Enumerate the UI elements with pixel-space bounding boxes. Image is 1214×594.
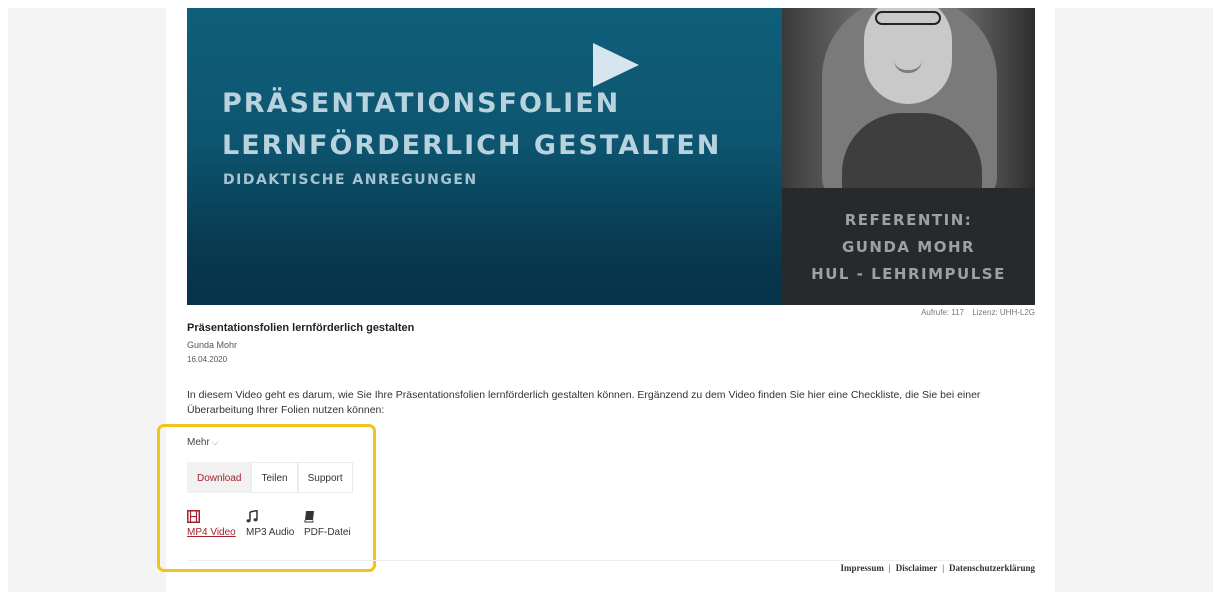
footer-divider [187,560,1035,561]
views-count: Aufrufe: 117 [921,308,965,317]
video-meta: Aufrufe: 117 Lizenz: UHH-L2G [915,308,1035,317]
publish-date: 16.04.2020 [187,355,228,364]
left-margin [8,8,166,592]
music-note-icon [246,509,294,526]
referent-panel: REFERENTIN: GUNDA MOHR HUL - LEHRIMPULSE [782,188,1035,305]
right-margin [1055,8,1213,592]
author-name: Gunda Mohr [187,340,238,350]
download-mp3-label: MP3 Audio [246,527,295,538]
license-label: Lizenz: UHH-L2G [972,308,1035,317]
referent-org: HUL - LEHRIMPULSE [811,265,1006,283]
download-pdf[interactable]: PDF-Datei [304,510,351,538]
footer-links: Impressum | Disclaimer | Datenschutzerklärun… [841,563,1035,573]
book-icon [304,510,351,526]
tab-bar: Download Teilen Support [187,462,353,493]
video-title: Präsentationsfolien lernförderlich gesta… [187,322,415,334]
play-icon[interactable] [593,43,639,87]
chevron-down-icon: ⌵ [211,437,219,447]
download-mp4[interactable]: MP4 Video [187,510,236,538]
referent-label: REFERENTIN: [844,211,973,229]
download-pdf-label: PDF-Datei [304,527,351,538]
video-subtitle: DIDAKTISCHE ANREGUNGEN [223,172,478,188]
more-toggle[interactable]: Mehr ⌵ [187,437,219,448]
footer-separator: | [942,563,944,573]
video-title-line1: PRÄSENTATIONSFOLIEN [222,88,621,119]
speaker-photo [782,8,1035,188]
video-title-line2: LERNFÖRDERLICH GESTALTEN [222,130,722,161]
footer-separator: | [888,563,891,573]
video-player[interactable]: PRÄSENTATIONSFOLIEN LERNFÖRDERLICH GESTA… [187,8,1035,305]
video-description: In diesem Video geht es darum, wie Sie I… [187,389,981,416]
impressum-link[interactable]: Impressum [841,563,884,573]
download-mp3[interactable]: MP3 Audio [246,509,295,538]
tab-share[interactable]: Teilen [251,462,298,493]
referent-name: GUNDA MOHR [841,238,976,256]
video-title-panel: PRÄSENTATIONSFOLIEN LERNFÖRDERLICH GESTA… [187,8,782,305]
tab-support[interactable]: Support [297,462,353,493]
tab-download[interactable]: Download [187,462,252,493]
more-label: Mehr [187,437,210,448]
download-mp4-label: MP4 Video [187,527,236,538]
film-icon [187,510,236,526]
privacy-link[interactable]: Datenschutzerklärung [949,563,1035,573]
disclaimer-link[interactable]: Disclaimer [896,563,937,573]
